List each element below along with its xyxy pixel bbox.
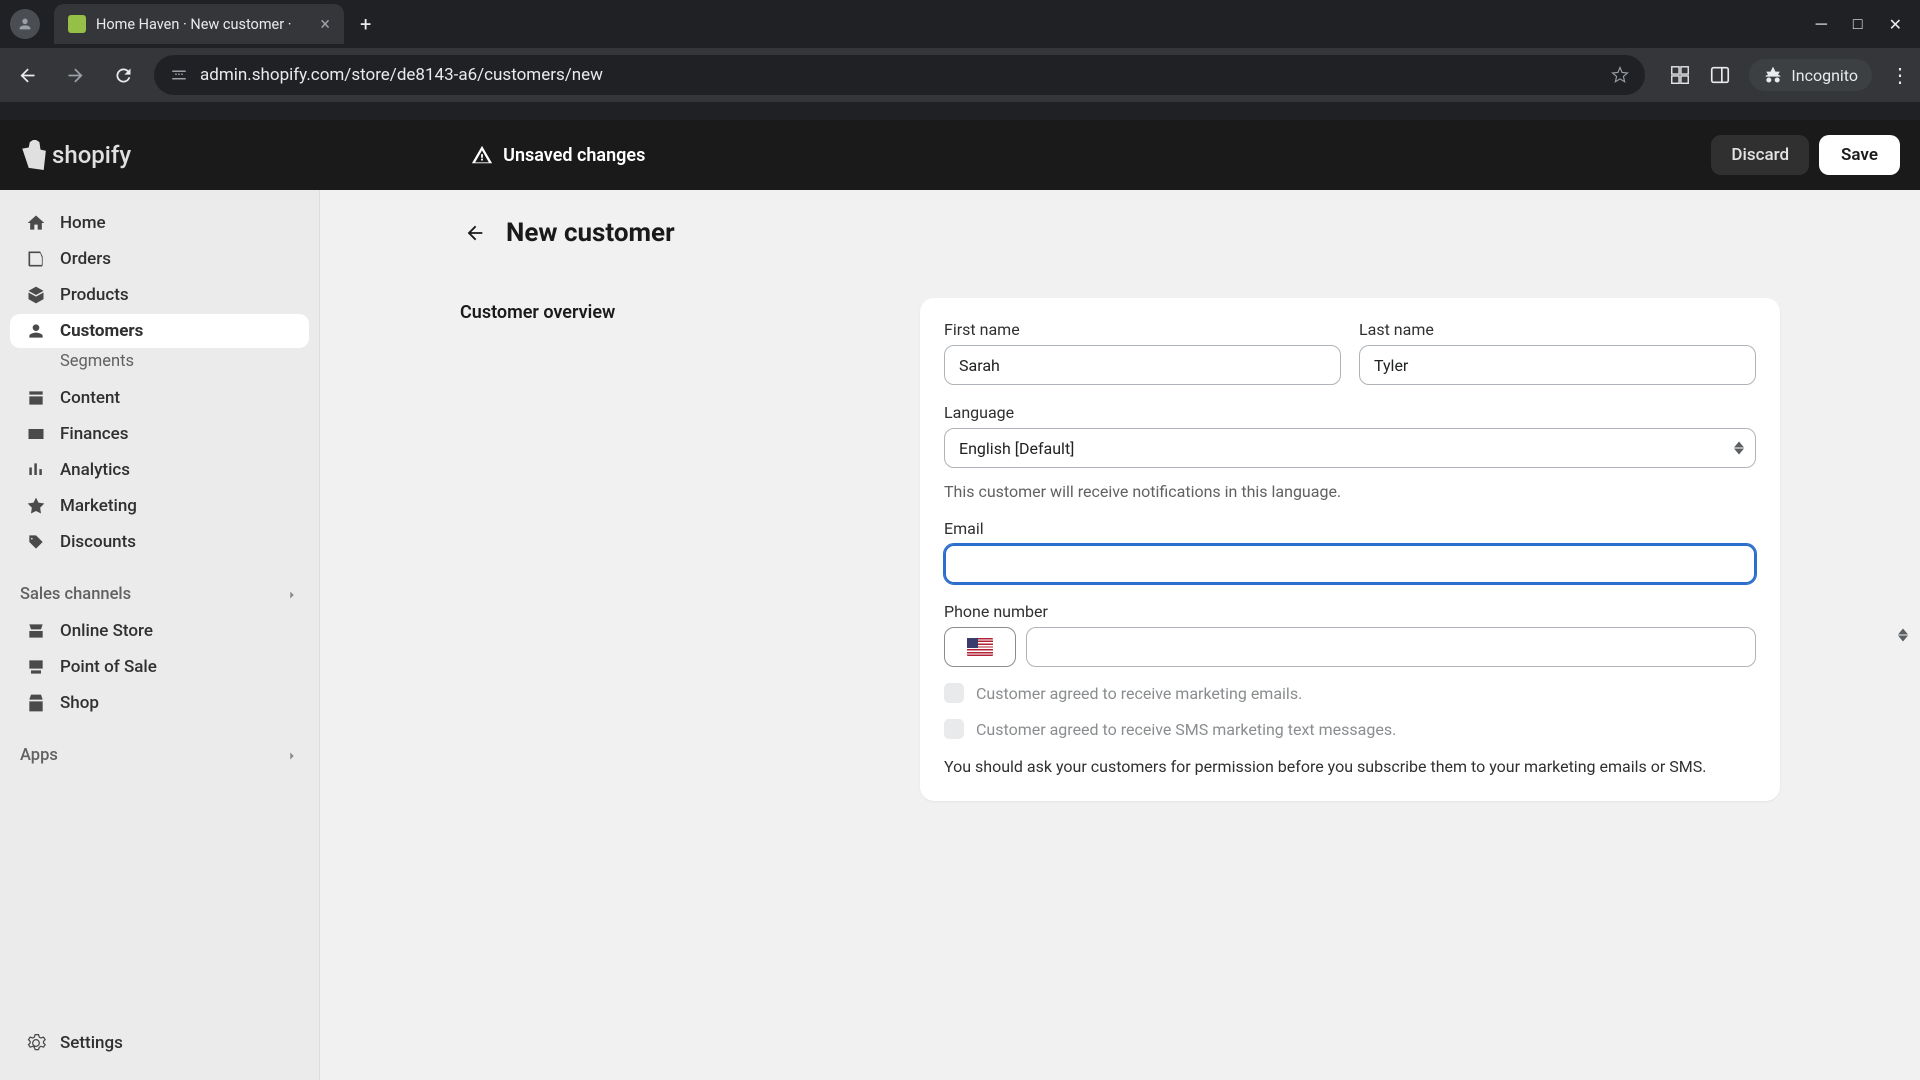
- sidebar-item-discounts[interactable]: Discounts: [10, 525, 309, 559]
- new-tab-button[interactable]: +: [360, 12, 371, 36]
- incognito-icon: [1763, 65, 1783, 85]
- unsaved-changes-indicator: Unsaved changes: [471, 144, 645, 166]
- marketing-sms-row: Customer agreed to receive SMS marketing…: [944, 719, 1756, 739]
- sidebar-item-online-store[interactable]: Online Store: [10, 614, 309, 648]
- page-title: New customer: [506, 218, 675, 248]
- language-label: Language: [944, 403, 1756, 422]
- last-name-input[interactable]: [1359, 345, 1756, 385]
- marketing-sms-checkbox[interactable]: [944, 719, 964, 739]
- shopify-topbar: shopify Unsaved changes Discard Save: [0, 120, 1920, 190]
- sidebar-item-marketing[interactable]: Marketing: [10, 489, 309, 523]
- chevron-right-icon: [285, 588, 299, 602]
- select-chevron-icon: [1734, 442, 1744, 455]
- content-icon: [26, 388, 46, 408]
- first-name-label: First name: [944, 320, 1341, 339]
- marketing-icon: [26, 496, 46, 516]
- gear-icon: [26, 1033, 46, 1053]
- first-name-field: First name: [944, 320, 1341, 385]
- flag-us-icon: [967, 638, 993, 656]
- customer-overview-card: First name Last name Language Thi: [920, 298, 1780, 801]
- browser-chrome: Home Haven · New customer · × + ─ □ ✕ ad…: [0, 0, 1920, 120]
- marketing-sms-label: Customer agreed to receive SMS marketing…: [976, 720, 1396, 739]
- finances-icon: [26, 424, 46, 444]
- save-button[interactable]: Save: [1819, 135, 1900, 175]
- sidebar-sub-segments[interactable]: Segments: [0, 352, 319, 371]
- phone-label: Phone number: [944, 602, 1756, 621]
- tab-title: Home Haven · New customer ·: [96, 16, 310, 33]
- back-button[interactable]: [10, 58, 44, 92]
- browser-profile-button[interactable]: [10, 9, 40, 39]
- warning-icon: [471, 144, 493, 166]
- extensions-icon[interactable]: [1669, 64, 1691, 86]
- url-box[interactable]: admin.shopify.com/store/de8143-a6/custom…: [154, 55, 1645, 95]
- sidebar-item-customers[interactable]: Customers: [10, 314, 309, 348]
- discard-button[interactable]: Discard: [1711, 135, 1809, 175]
- discounts-icon: [26, 532, 46, 552]
- browser-tab[interactable]: Home Haven · New customer · ×: [54, 4, 344, 44]
- email-label: Email: [944, 519, 1756, 538]
- sidebar-item-settings[interactable]: Settings: [10, 1026, 309, 1060]
- sidebar-item-content[interactable]: Content: [10, 381, 309, 415]
- last-name-label: Last name: [1359, 320, 1756, 339]
- incognito-badge[interactable]: Incognito: [1749, 59, 1872, 91]
- sidebar-section-sales-channels[interactable]: Sales channels: [0, 575, 319, 614]
- sidebar-item-finances[interactable]: Finances: [10, 417, 309, 451]
- address-bar: admin.shopify.com/store/de8143-a6/custom…: [0, 48, 1920, 102]
- forward-button[interactable]: [58, 58, 92, 92]
- close-tab-icon[interactable]: ×: [320, 14, 330, 35]
- sidebar-item-home[interactable]: Home: [10, 206, 309, 240]
- phone-country-select[interactable]: [944, 627, 1016, 667]
- marketing-email-row: Customer agreed to receive marketing ema…: [944, 683, 1756, 703]
- back-arrow-button[interactable]: [460, 218, 490, 248]
- sidebar-item-shop[interactable]: Shop: [10, 686, 309, 720]
- products-icon: [26, 285, 46, 305]
- side-panel-icon[interactable]: [1709, 64, 1731, 86]
- minimize-icon[interactable]: ─: [1816, 14, 1827, 34]
- section-label-overview: Customer overview: [460, 298, 890, 801]
- tab-bar: Home Haven · New customer · × + ─ □ ✕: [0, 0, 1920, 48]
- browser-menu-icon[interactable]: ⋮: [1890, 63, 1910, 87]
- marketing-email-checkbox[interactable]: [944, 683, 964, 703]
- phone-input[interactable]: [1026, 627, 1756, 667]
- home-icon: [26, 213, 46, 233]
- page-header: New customer: [460, 218, 1780, 248]
- sidebar-item-orders[interactable]: Orders: [10, 242, 309, 276]
- shop-icon: [26, 693, 46, 713]
- reload-button[interactable]: [106, 58, 140, 92]
- marketing-note: You should ask your customers for permis…: [944, 755, 1756, 779]
- url-text: admin.shopify.com/store/de8143-a6/custom…: [200, 65, 1599, 85]
- email-input[interactable]: [944, 544, 1756, 584]
- maximize-icon[interactable]: □: [1853, 14, 1863, 34]
- analytics-icon: [26, 460, 46, 480]
- marketing-email-label: Customer agreed to receive marketing ema…: [976, 684, 1302, 703]
- main-content: New customer Customer overview First nam…: [320, 190, 1920, 1080]
- shopify-logo[interactable]: shopify: [20, 140, 131, 170]
- shopify-favicon: [68, 15, 86, 33]
- customer-overview-row: Customer overview First name Last name L…: [460, 298, 1780, 801]
- sidebar-section-apps[interactable]: Apps: [0, 736, 319, 775]
- sidebar-item-analytics[interactable]: Analytics: [10, 453, 309, 487]
- sidebar-item-point-of-sale[interactable]: Point of Sale: [10, 650, 309, 684]
- last-name-field: Last name: [1359, 320, 1756, 385]
- pos-icon: [26, 657, 46, 677]
- site-settings-icon[interactable]: [170, 66, 188, 84]
- close-window-icon[interactable]: ✕: [1889, 15, 1902, 34]
- customers-icon: [26, 321, 46, 341]
- language-help-text: This customer will receive notifications…: [944, 482, 1756, 501]
- bookmark-star-icon[interactable]: [1611, 66, 1629, 84]
- language-select[interactable]: [944, 428, 1756, 468]
- orders-icon: [26, 249, 46, 269]
- select-chevron-icon: [1898, 629, 1908, 642]
- sidebar-item-products[interactable]: Products: [10, 278, 309, 312]
- online-store-icon: [26, 621, 46, 641]
- sidebar: Home Orders Products Customers Segments …: [0, 190, 320, 1080]
- first-name-input[interactable]: [944, 345, 1341, 385]
- chevron-right-icon: [285, 749, 299, 763]
- window-controls: ─ □ ✕: [1816, 14, 1902, 34]
